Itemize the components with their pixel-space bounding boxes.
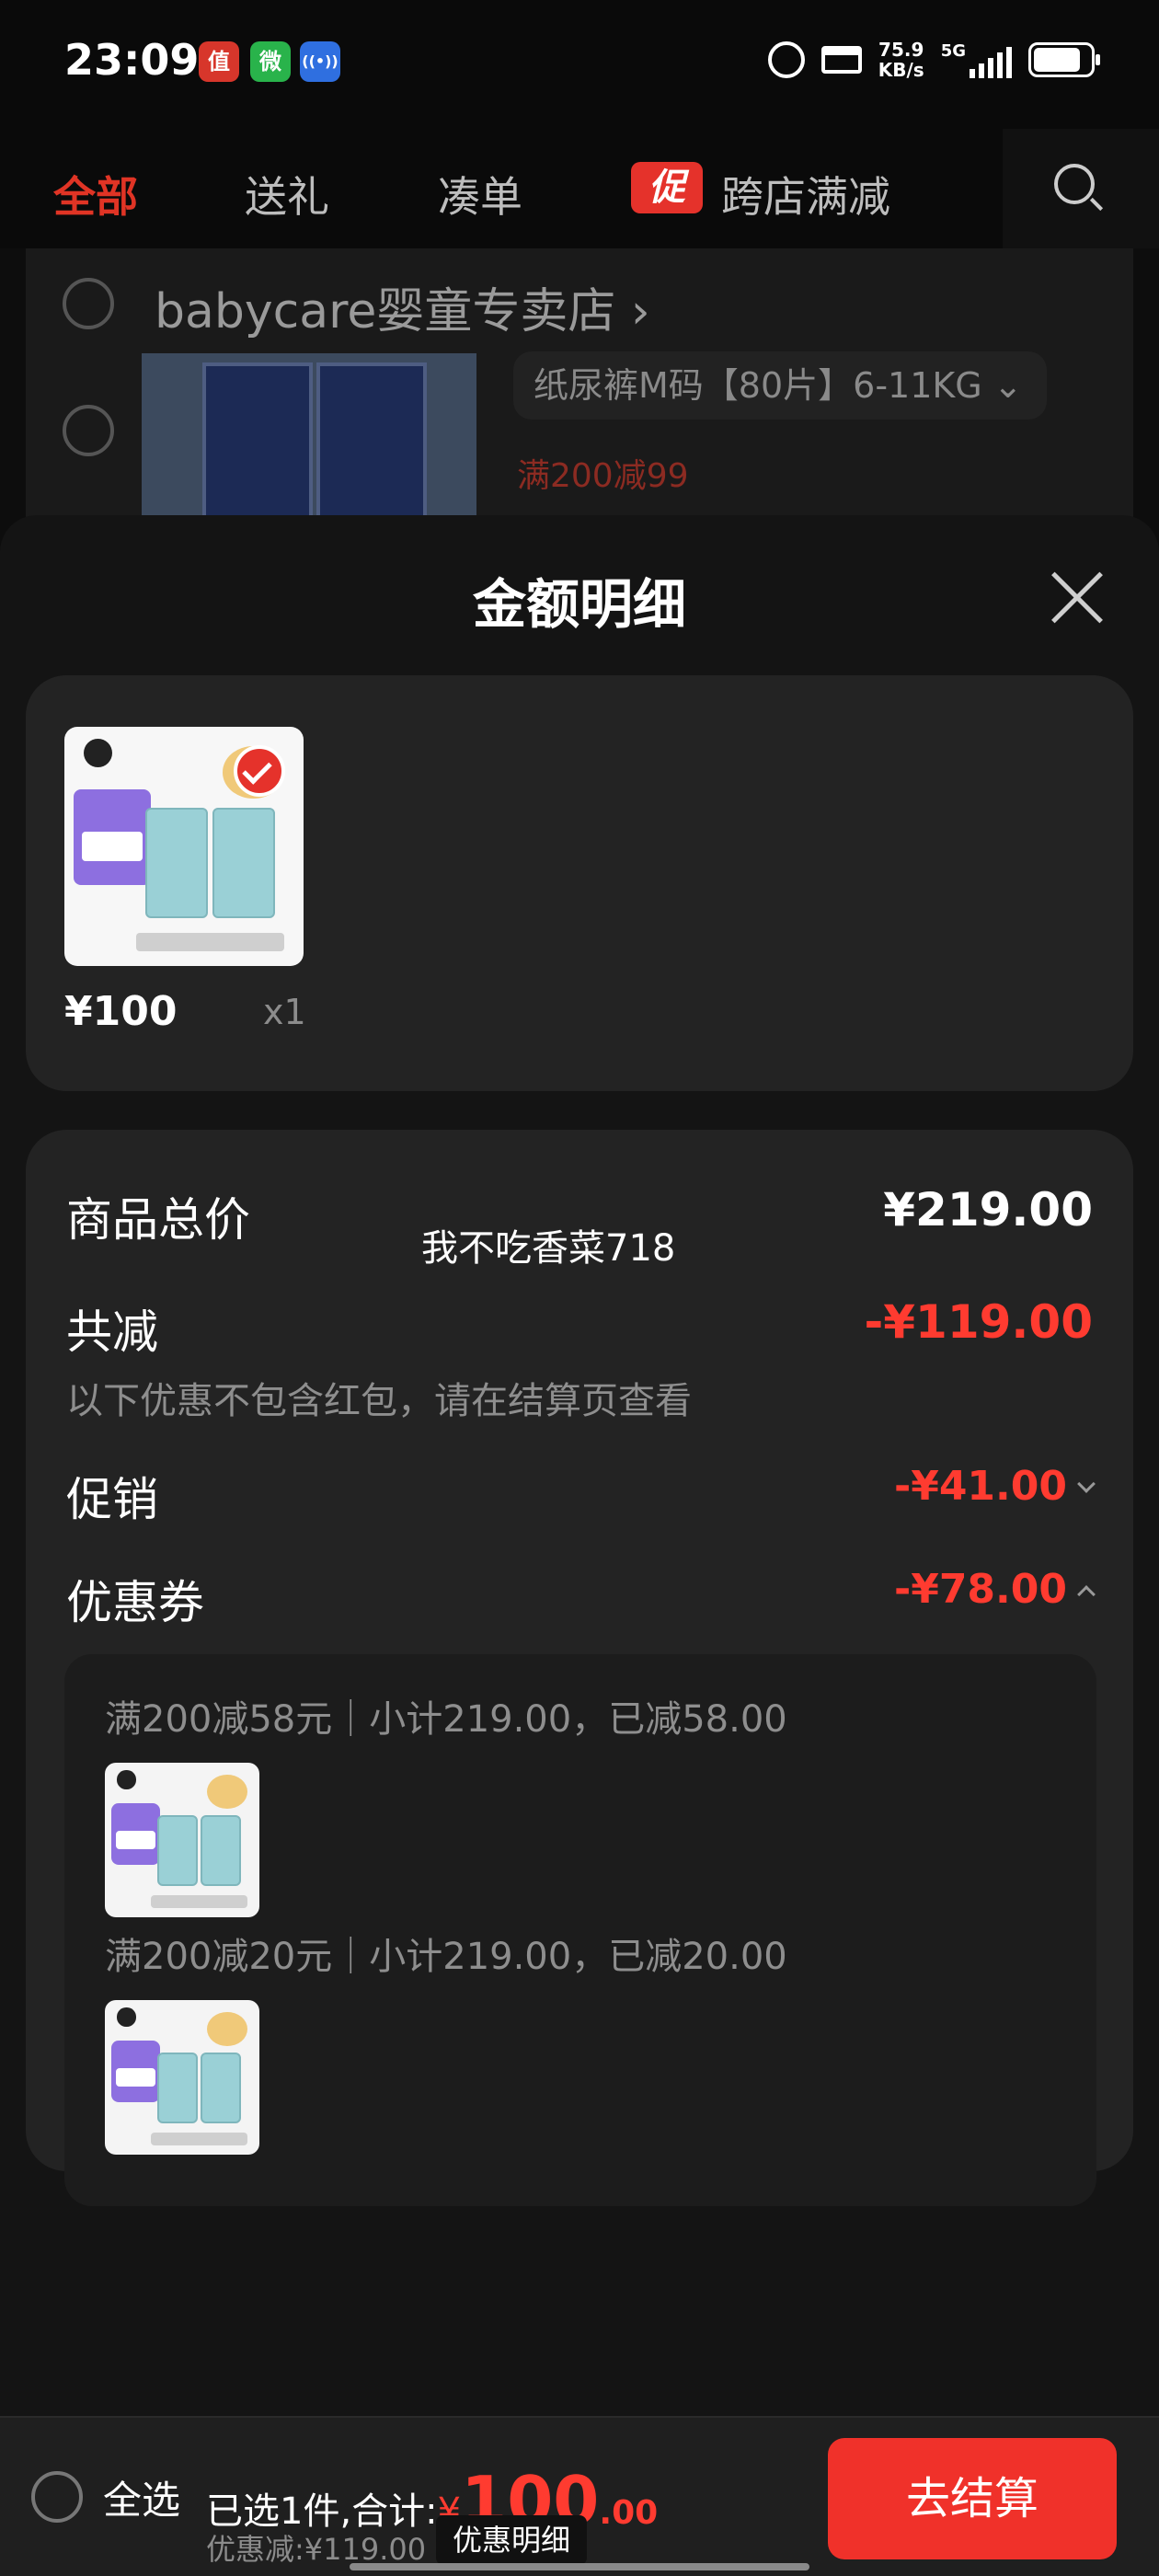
price-breakdown-card: 商品总价 ¥219.00 我不吃香菜718 共减 -¥119.00 以下优惠不包… <box>26 1130 1133 2206</box>
coupon-toggle[interactable]: -¥78.00 <box>893 1566 1096 1613</box>
total-reduction-label: 共减 <box>66 1305 158 1359</box>
product-thumbnail[interactable] <box>64 727 304 966</box>
cart-tabs: 全部 送礼 凑单 促 跨店满减 <box>0 129 1159 248</box>
cart-list-background: babycare婴童专卖店 › 纸尿裤M码【80片】6-11KG ⌄ 满200减… <box>26 248 1133 524</box>
promotion-value: -¥41.00 <box>893 1463 1067 1510</box>
variant-selector[interactable]: 纸尿裤M码【80片】6-11KG ⌄ <box>513 351 1047 420</box>
close-icon[interactable] <box>1049 569 1106 626</box>
wechat-icon: 微 <box>250 41 291 82</box>
checkout-bar: 全选 已选1件,合计:¥100.00 优惠减:¥119.00 优惠明细 去结算 <box>0 2416 1159 2576</box>
coupon-product-thumbnail[interactable] <box>105 1763 259 1917</box>
radio-icon: ((•)) <box>300 41 340 82</box>
sheet-title: 金额明细 <box>472 573 686 636</box>
store-promo-text: 满200减99 <box>517 457 689 495</box>
item-checkbox[interactable] <box>63 405 114 456</box>
discount-detail-button[interactable]: 优惠明细 <box>436 2515 588 2565</box>
signal-icon: 5G <box>941 41 1012 78</box>
coupon-line: 满200减20元｜小计219.00，已减20.00 <box>105 1936 787 1978</box>
app-notification-icon: 值 <box>199 41 239 82</box>
chevron-up-icon <box>1077 1585 1096 1604</box>
total-amount-decimal: .00 <box>599 2494 659 2532</box>
tab-all[interactable]: 全部 <box>53 164 138 224</box>
sleep-icon <box>820 46 862 74</box>
promotion-toggle[interactable]: -¥41.00 <box>893 1463 1096 1510</box>
coupon-detail-box: 满200减58元｜小计219.00，已减58.00 满200减20元｜小计219… <box>64 1654 1096 2206</box>
coupon-value: -¥78.00 <box>893 1566 1067 1613</box>
select-all-checkbox[interactable] <box>31 2471 83 2523</box>
clock: 23:09 <box>64 35 200 85</box>
total-reduction-value: -¥119.00 <box>864 1295 1094 1349</box>
tab-bundle[interactable]: 凑单 <box>438 164 522 224</box>
network-speed: 75.9 KB/s <box>878 39 924 81</box>
search-icon <box>1054 164 1095 204</box>
selected-check-icon <box>234 745 285 797</box>
select-all-label[interactable]: 全选 <box>103 2469 180 2525</box>
reduction-note: 以下优惠不包含红包，请在结算页查看 <box>66 1380 692 1422</box>
status-bar: 23:09 值 微 ((•)) 75.9 KB/s 5G <box>0 0 1159 129</box>
selected-products-card: ¥100 x1 <box>26 675 1133 1091</box>
coupon-label: 优惠券 <box>66 1576 204 1629</box>
coupon-line: 满200减58元｜小计219.00，已减58.00 <box>105 1698 787 1741</box>
promo-badge-icon: 促 <box>631 162 703 213</box>
store-name[interactable]: babycare婴童专卖店 › <box>155 272 650 341</box>
search-button[interactable] <box>1003 129 1159 248</box>
cart-item-thumbnail[interactable] <box>142 353 476 524</box>
tab-cross-store[interactable]: 跨店满减 <box>721 164 890 224</box>
watermark-text: 我不吃香菜718 <box>421 1227 676 1270</box>
promotion-label: 促销 <box>66 1473 158 1526</box>
alarm-icon <box>767 41 805 78</box>
total-price-label: 商品总价 <box>66 1193 250 1247</box>
battery-icon <box>1028 42 1100 77</box>
amount-detail-sheet: 金额明细 ¥100 x1 商品总价 ¥219.00 我不吃香菜718 共减 -¥… <box>0 515 1159 2576</box>
tab-gift[interactable]: 送礼 <box>245 164 329 224</box>
product-price: ¥100 <box>64 988 178 1035</box>
chevron-down-icon <box>1077 1475 1096 1493</box>
home-indicator[interactable] <box>350 2563 809 2570</box>
store-checkbox[interactable] <box>63 278 114 329</box>
coupon-product-thumbnail[interactable] <box>105 2000 259 2155</box>
total-price-value: ¥219.00 <box>883 1183 1093 1236</box>
product-quantity: x1 <box>263 992 306 1032</box>
checkout-button[interactable]: 去结算 <box>828 2438 1117 2559</box>
